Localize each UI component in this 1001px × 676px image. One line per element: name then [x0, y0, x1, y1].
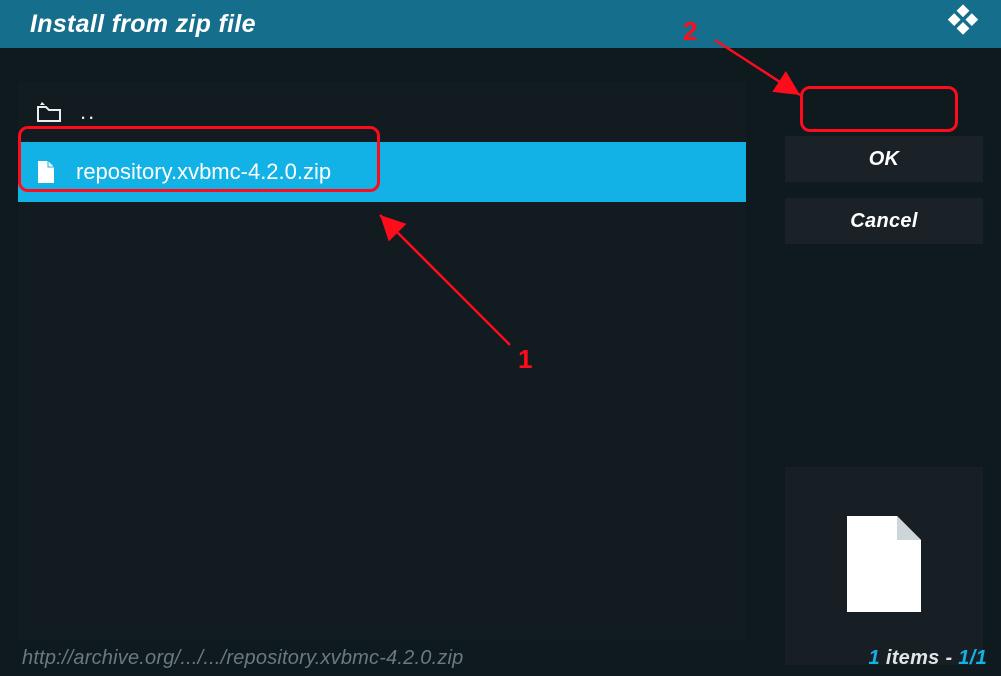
- status-page-current: 1: [958, 647, 969, 669]
- status-count-label: items -: [880, 647, 958, 669]
- folder-up-icon: [36, 101, 74, 123]
- status-page-total: 1: [976, 647, 987, 669]
- ok-button-label: OK: [869, 148, 900, 171]
- file-icon: [36, 160, 74, 184]
- status-count-current: 1: [869, 647, 880, 669]
- file-icon: [841, 512, 927, 621]
- kodi-logo-icon: [943, 2, 983, 47]
- ok-button[interactable]: OK: [785, 136, 983, 182]
- file-row-parent-label: ..: [74, 99, 96, 125]
- file-row-item[interactable]: repository.xvbmc-4.2.0.zip: [18, 142, 746, 202]
- file-row-item-label: repository.xvbmc-4.2.0.zip: [74, 159, 331, 185]
- status-path: http://archive.org/.../.../repository.xv…: [22, 647, 464, 670]
- cancel-button[interactable]: Cancel: [785, 198, 983, 244]
- status-item-count: 1 items - 1/1: [869, 647, 987, 670]
- preview-thumbnail-panel: [785, 467, 983, 665]
- cancel-button-label: Cancel: [850, 210, 917, 233]
- dialog-title: Install from zip file: [30, 10, 256, 39]
- file-list-panel: .. repository.xvbmc-4.2.0.zip: [18, 82, 746, 639]
- title-bar: Install from zip file: [0, 0, 1001, 48]
- file-row-parent[interactable]: ..: [18, 82, 746, 142]
